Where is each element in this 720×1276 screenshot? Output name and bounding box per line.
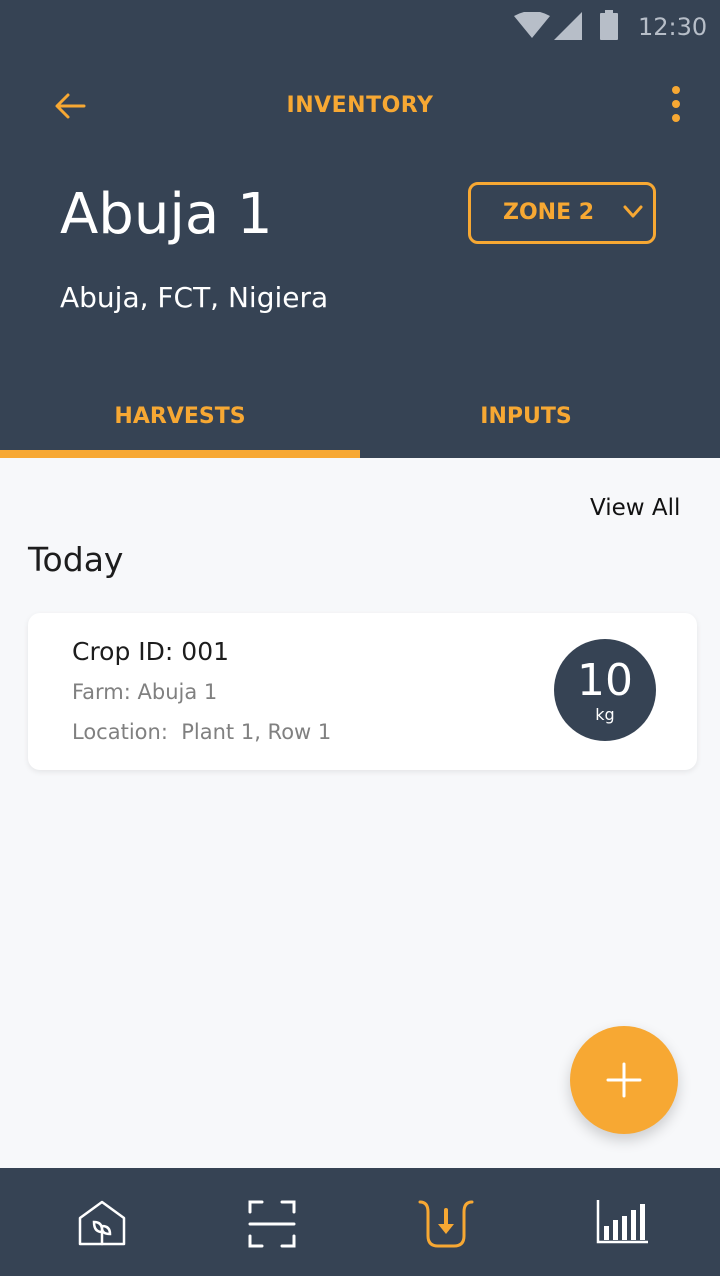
quantity-value: 10 [577, 655, 633, 706]
battery-icon [600, 10, 618, 40]
greenhouse-icon[interactable] [72, 1196, 132, 1252]
wifi-icon [514, 12, 550, 38]
chevron-down-icon [623, 205, 643, 218]
tab-inputs[interactable]: INPUTS [346, 384, 706, 458]
more-vertical-icon[interactable] [664, 84, 688, 124]
tab-harvests[interactable]: HARVESTS [0, 384, 360, 458]
zone-dropdown[interactable]: ZONE 2 [468, 182, 656, 244]
section-title: Today [28, 540, 124, 579]
zone-selected-value: ZONE 2 [503, 200, 595, 225]
harvest-icon[interactable] [416, 1196, 476, 1252]
bottom-nav [0, 1168, 720, 1276]
bar-chart-icon[interactable] [592, 1196, 652, 1252]
card-farm: Farm: Abuja 1 [72, 680, 218, 704]
header: 12:30 INVENTORY Abuja 1 Abuja, FCT, Nigi… [0, 0, 720, 458]
crop-id: Crop ID: 001 [72, 637, 230, 666]
active-tab-indicator [0, 450, 360, 458]
farm-name: Abuja 1 [60, 182, 273, 247]
add-harvest-button[interactable] [570, 1026, 678, 1134]
signal-icon [554, 12, 582, 40]
farm-location: Abuja, FCT, Nigiera [60, 281, 329, 314]
plus-icon [606, 1062, 642, 1098]
harvest-card[interactable]: Crop ID: 001 Farm: Abuja 1 Location: Pla… [28, 613, 697, 770]
page-title: INVENTORY [286, 93, 434, 118]
status-bar: 12:30 [0, 0, 720, 54]
quantity-badge: 10 kg [554, 639, 656, 741]
card-location: Location: Plant 1, Row 1 [72, 720, 332, 744]
view-all-link[interactable]: View All [590, 492, 680, 524]
quantity-unit: kg [595, 705, 615, 724]
scan-icon[interactable] [242, 1196, 302, 1252]
status-time: 12:30 [638, 13, 708, 41]
